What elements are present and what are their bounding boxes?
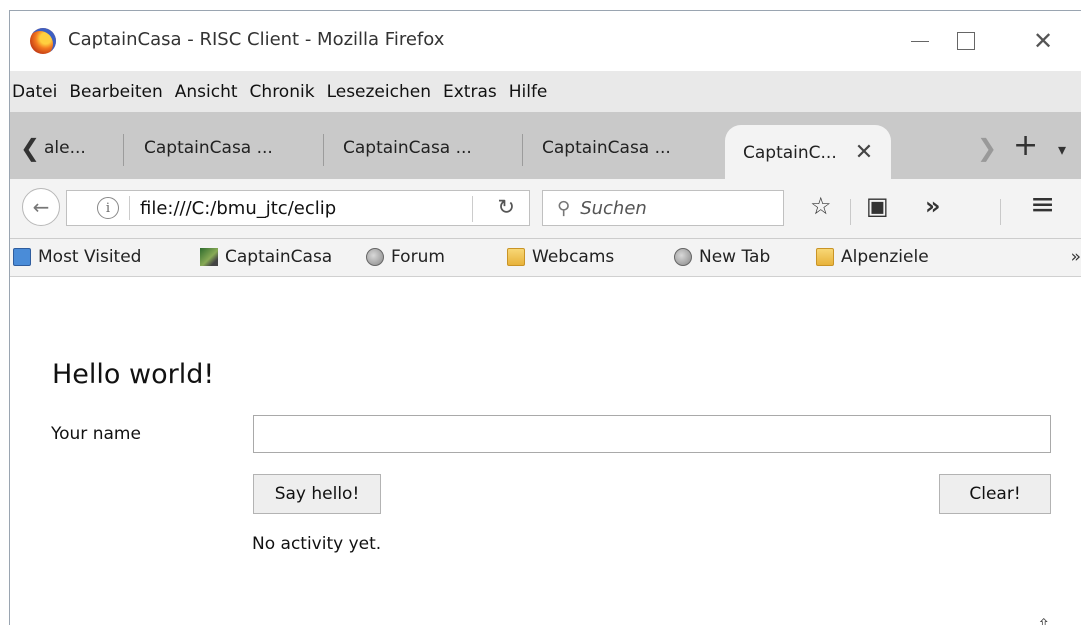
info-icon[interactable]: i <box>97 197 119 219</box>
tab-separator <box>323 134 324 166</box>
folder-icon <box>816 248 834 266</box>
bookmark-new-tab[interactable]: New Tab <box>674 247 770 267</box>
page-heading: Hello world! <box>52 359 215 390</box>
nav-separator <box>1000 199 1001 225</box>
tab-separator <box>123 134 124 166</box>
status-text: No activity yet. <box>252 534 382 554</box>
bookmarks-toolbar: Most Visited CaptainCasa Forum Webcams N… <box>10 239 1081 277</box>
bookmark-most-visited[interactable]: Most Visited <box>13 247 141 267</box>
say-hello-button[interactable]: Say hello! <box>253 474 381 514</box>
bookmarks-overflow-icon[interactable]: » <box>1071 247 1081 267</box>
menu-bar: Datei Bearbeiten Ansicht Chronik Lesezei… <box>10 71 1081 112</box>
name-label: Your name <box>51 424 141 444</box>
clear-button[interactable]: Clear! <box>939 474 1051 514</box>
hamburger-menu-icon[interactable]: ≡ <box>1030 187 1055 222</box>
globe-icon <box>674 248 692 266</box>
close-window-button[interactable]: ✕ <box>1020 23 1066 59</box>
nav-separator <box>850 199 851 225</box>
bookmark-label: New Tab <box>699 247 771 267</box>
captaincasa-icon <box>200 248 218 266</box>
url-separator <box>129 196 130 220</box>
tab-2[interactable]: CaptainCasa ... <box>144 125 273 171</box>
bookmark-star-icon[interactable]: ☆ <box>810 192 832 220</box>
menu-extras[interactable]: Extras <box>437 82 503 102</box>
navigation-bar: ← i file:///C:/bmu_jtc/eclip ↻ ⚲ Suchen … <box>10 179 1081 239</box>
menu-bearbeiten[interactable]: Bearbeiten <box>63 82 168 102</box>
tab-label: CaptainC... <box>743 142 837 163</box>
search-bar[interactable]: ⚲ Suchen <box>542 190 784 226</box>
url-separator <box>472 196 473 222</box>
search-icon: ⚲ <box>557 197 571 219</box>
menu-chronik[interactable]: Chronik <box>244 82 321 102</box>
bookmark-label: Most Visited <box>38 247 142 267</box>
tab-separator <box>522 134 523 166</box>
back-button[interactable]: ← <box>22 188 60 226</box>
maximize-icon <box>957 32 975 50</box>
title-bar: CaptainCasa - RISC Client - Mozilla Fire… <box>10 11 1081 71</box>
menu-ansicht[interactable]: Ansicht <box>169 82 244 102</box>
tab-1[interactable]: ale... <box>44 125 86 171</box>
browser-window: CaptainCasa - RISC Client - Mozilla Fire… <box>9 10 1081 625</box>
page-content: Hello world! Your name Say hello! Clear!… <box>10 277 1081 625</box>
bookmark-webcams[interactable]: Webcams <box>507 247 614 267</box>
tab-close-icon[interactable]: ✕ <box>855 140 873 165</box>
back-arrow-icon: ← <box>32 195 50 219</box>
window-title: CaptainCasa - RISC Client - Mozilla Fire… <box>68 29 445 50</box>
minimize-icon <box>911 40 929 42</box>
tab-bar: ❮ ale... CaptainCasa ... CaptainCasa ...… <box>10 112 1081 180</box>
maximize-button[interactable] <box>943 23 989 59</box>
menu-datei[interactable]: Datei <box>10 82 63 102</box>
bookmark-label: CaptainCasa <box>225 247 333 267</box>
bookmark-label: Forum <box>391 247 445 267</box>
tab-label: CaptainCasa ... <box>343 138 472 158</box>
bookmark-label: Webcams <box>532 247 615 267</box>
folder-icon <box>507 248 525 266</box>
overflow-icon[interactable]: » <box>925 192 941 220</box>
tab-4[interactable]: CaptainCasa ... <box>542 125 671 171</box>
tab-scroll-right-icon[interactable]: ❯ <box>977 134 997 162</box>
most-visited-icon <box>13 248 31 266</box>
url-bar[interactable]: i file:///C:/bmu_jtc/eclip ↻ <box>66 190 530 226</box>
bookmark-captaincasa[interactable]: CaptainCasa <box>200 247 332 267</box>
tab-3[interactable]: CaptainCasa ... <box>343 125 472 171</box>
name-input[interactable] <box>253 415 1051 453</box>
tab-scroll-left-icon[interactable]: ❮ <box>20 134 40 162</box>
firefox-logo-icon <box>30 28 56 54</box>
minimize-button[interactable] <box>897 23 943 59</box>
tab-label: CaptainCasa ... <box>542 138 671 158</box>
search-placeholder: Suchen <box>580 197 647 219</box>
menu-hilfe[interactable]: Hilfe <box>503 82 554 102</box>
globe-icon <box>366 248 384 266</box>
new-tab-button[interactable]: + <box>1013 128 1038 163</box>
bookmark-forum[interactable]: Forum <box>366 247 445 267</box>
bookmark-alpenziele[interactable]: Alpenziele <box>816 247 929 267</box>
reader-view-icon[interactable]: ▣ <box>866 192 889 220</box>
menu-lesezeichen[interactable]: Lesezeichen <box>321 82 437 102</box>
resize-handle-icon[interactable]: ⇳ <box>1037 615 1050 625</box>
tab-label: ale... <box>44 138 86 158</box>
tab-label: CaptainCasa ... <box>144 138 273 158</box>
close-icon: ✕ <box>1032 27 1054 55</box>
reload-icon[interactable]: ↻ <box>497 195 515 219</box>
list-all-tabs-icon[interactable]: ▾ <box>1058 140 1066 159</box>
bookmark-label: Alpenziele <box>841 247 929 267</box>
tab-active[interactable]: CaptainC... ✕ <box>725 125 892 180</box>
url-text[interactable]: file:///C:/bmu_jtc/eclip <box>140 198 336 219</box>
